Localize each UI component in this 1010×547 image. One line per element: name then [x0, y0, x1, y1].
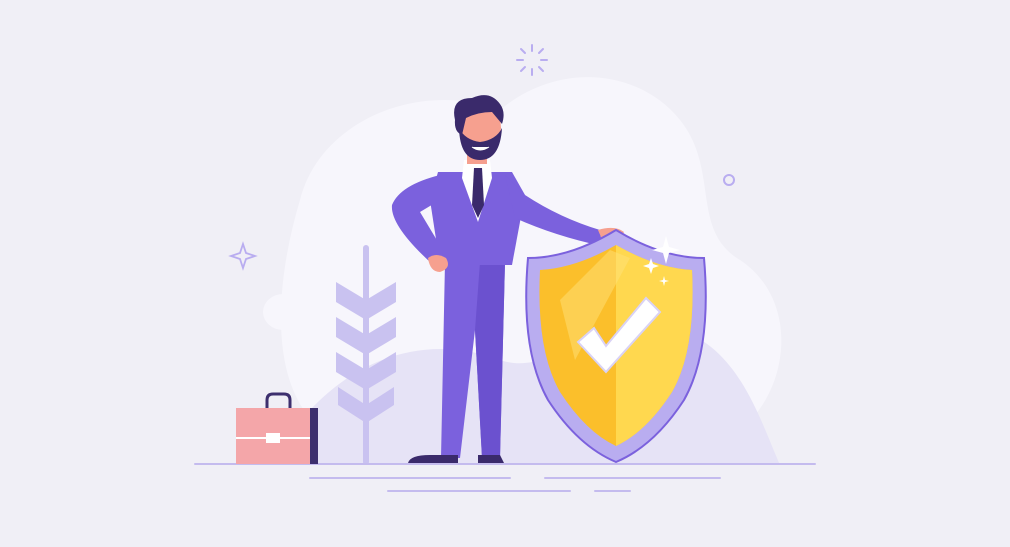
burst-icon: [516, 44, 548, 76]
illustration: [194, 44, 816, 492]
small-blob: [263, 294, 303, 330]
ground: [194, 463, 816, 492]
sparkle-icon: [228, 241, 258, 271]
circle-icon: [723, 174, 735, 186]
illustration-scene: [0, 0, 1010, 547]
